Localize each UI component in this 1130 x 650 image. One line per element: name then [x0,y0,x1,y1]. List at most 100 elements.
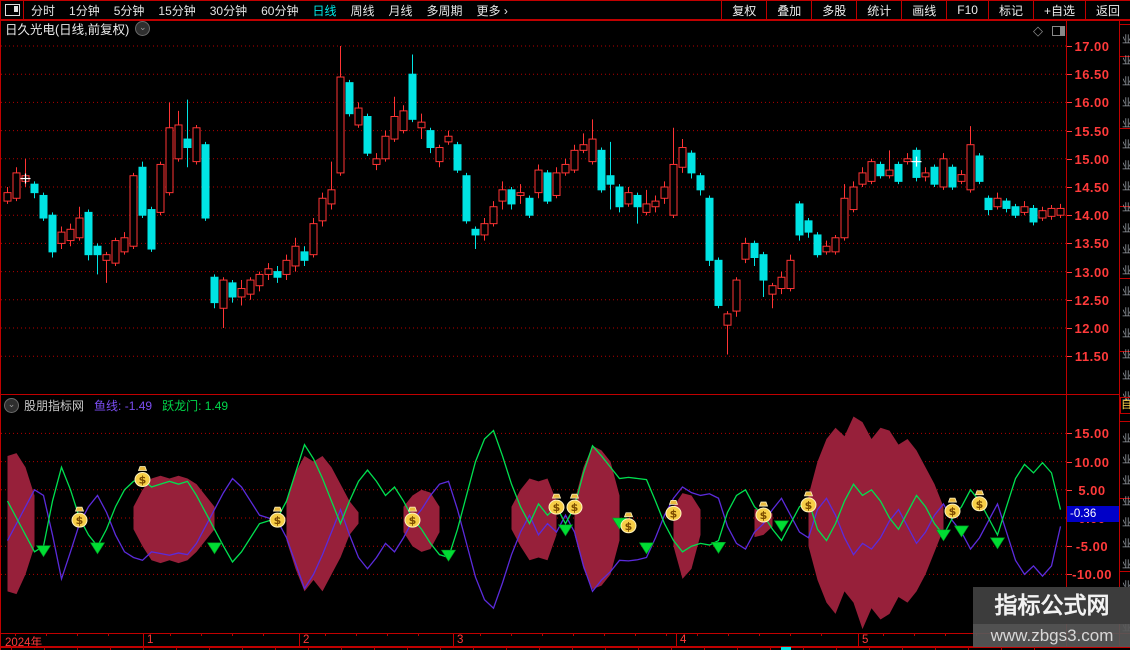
month-label: 4 [680,634,687,646]
action-button-7[interactable]: +自选 [1032,1,1085,19]
period-tab-2[interactable]: 5分钟 [107,2,152,19]
svg-text:$: $ [553,501,561,514]
sell-triangle-icon [638,542,655,555]
week-tick [201,633,202,636]
strip-glyph: 业 [1122,430,1130,445]
strip-glyph: 业 [1122,31,1130,46]
svg-text:$: $ [670,507,678,520]
action-button-5[interactable]: F10 [946,1,988,19]
frame-line [1119,20,1120,647]
period-tab-1[interactable]: 1分钟 [62,2,107,19]
frame-line [1066,20,1067,647]
indicator-source-label: 股朋指标网 [24,398,85,413]
period-tab-4[interactable]: 30分钟 [203,2,254,19]
strip-glyph: 业 [1122,94,1130,109]
watermark: 指标公式网 www.zbgs3.com [973,587,1130,647]
title-chevron-down-icon[interactable]: ⌄ [135,21,151,36]
week-tick [883,633,884,636]
strip-glyph: 业 [1122,367,1130,382]
month-separator [143,633,144,646]
indicator-chevron-down-icon[interactable]: ⌄ [4,397,19,413]
window-layout-button[interactable] [1,1,24,19]
panel-layout-icon[interactable] [1052,26,1065,36]
fish-line-value: -1.49 [124,398,153,413]
indicator-axis-label: 15.00 [1074,426,1110,442]
axis-tick [1067,461,1072,463]
month-label: 1 [147,634,154,646]
strip-glyph: 业 [1122,199,1130,214]
strip-glyph: 业 [1122,115,1130,130]
period-tab-5[interactable]: 60分钟 [254,2,305,19]
axis-tick [1067,158,1072,160]
money-bag-icon: $ [269,506,286,528]
chart-title-row: 日久光电(日线,前复权) ⌄ [1,21,151,37]
week-tick [77,633,78,636]
svg-text:$: $ [409,514,417,527]
strip-glyph: 业 [1122,535,1130,550]
action-buttons: 复权 叠加 多股 统计 画线 F10 标记 +自选 返回 [721,1,1130,19]
price-axis-label: 15.00 [1074,151,1110,167]
price-axis-label: 16.50 [1074,67,1110,83]
strip-glyph: 业 [1122,73,1130,88]
period-tab-9[interactable]: 多周期 [420,2,470,19]
axis-tick [1067,187,1072,188]
month-label: 2 [303,634,310,646]
indicator-axis-label: -10.00 [1072,567,1112,583]
strip-separator [1120,278,1130,279]
sell-triangle-icon [89,542,106,555]
price-axis-label: 16.00 [1074,95,1110,111]
action-button-8[interactable]: 返回 [1084,1,1130,19]
period-tab-6[interactable]: 日线 [305,2,343,19]
watermark-site: www.zbgs3.com [973,624,1130,647]
axis-tick [1067,546,1072,548]
week-tick [635,633,636,636]
axis-tick [1067,299,1072,301]
action-button-6[interactable]: 标记 [987,1,1033,19]
strip-glyph: 业 [1122,514,1130,529]
strip-glyph: 业 [1122,304,1130,319]
more-menu-button[interactable]: 更多 › [470,2,515,19]
frame-line [1,646,1130,647]
money-bag-icon: $ [71,506,88,528]
candles-group [3,46,1065,355]
strip-glyph: 业 [1122,493,1130,508]
svg-text:$: $ [571,501,579,514]
action-button-2[interactable]: 多股 [811,1,856,19]
sell-triangle-icon [989,537,1006,550]
svg-text:$: $ [760,509,768,522]
svg-text:$: $ [625,520,633,533]
main-candlestick-chart[interactable] [1,36,1066,394]
axis-tick [1067,433,1072,435]
sell-triangle-icon [35,545,52,558]
zixuan-button[interactable]: 自 [1120,397,1130,414]
action-button-3[interactable]: 统计 [856,1,901,19]
strip-glyph: 业 [1122,451,1130,466]
week-tick [387,633,388,636]
week-tick [15,633,16,636]
indicator-chart[interactable]: $ $ $ $ $ $ $ $ $ $ $ $ [1,415,1066,633]
period-tab-0[interactable]: 分时 [24,2,62,19]
diamond-icon[interactable]: ◇ [1033,23,1043,39]
action-button-1[interactable]: 叠加 [766,1,811,19]
period-toolbar: 分时 1分钟 5分钟 15分钟 30分钟 60分钟 日线 周线 月线 多周期 更多 › 复权 叠加 多股… [1,1,1130,20]
week-tick [821,633,822,636]
period-tab-7[interactable]: 周线 [343,2,381,19]
action-button-0[interactable]: 复权 [721,1,766,19]
period-tab-3[interactable]: 15分钟 [151,2,202,19]
latest-value-marker: -0.36 [1067,506,1119,522]
frame-line [1,20,1130,21]
strip-glyph: 业 [1122,346,1130,361]
period-tab-8[interactable]: 月线 [382,2,420,19]
strip-glyph: 业 [1122,178,1130,193]
money-bag-icon: $ [134,466,151,488]
strip-separator [1120,24,1130,25]
svg-text:$: $ [949,505,957,518]
strip-separator [1120,571,1130,572]
price-axis-label: 13.50 [1074,236,1110,252]
axis-tick [1067,489,1072,491]
strip-glyph: 业 [1122,136,1130,151]
action-button-4[interactable]: 画线 [901,1,946,19]
strip-glyph: 业 [1122,325,1130,340]
strip-separator [1120,421,1130,422]
week-tick [108,633,109,636]
